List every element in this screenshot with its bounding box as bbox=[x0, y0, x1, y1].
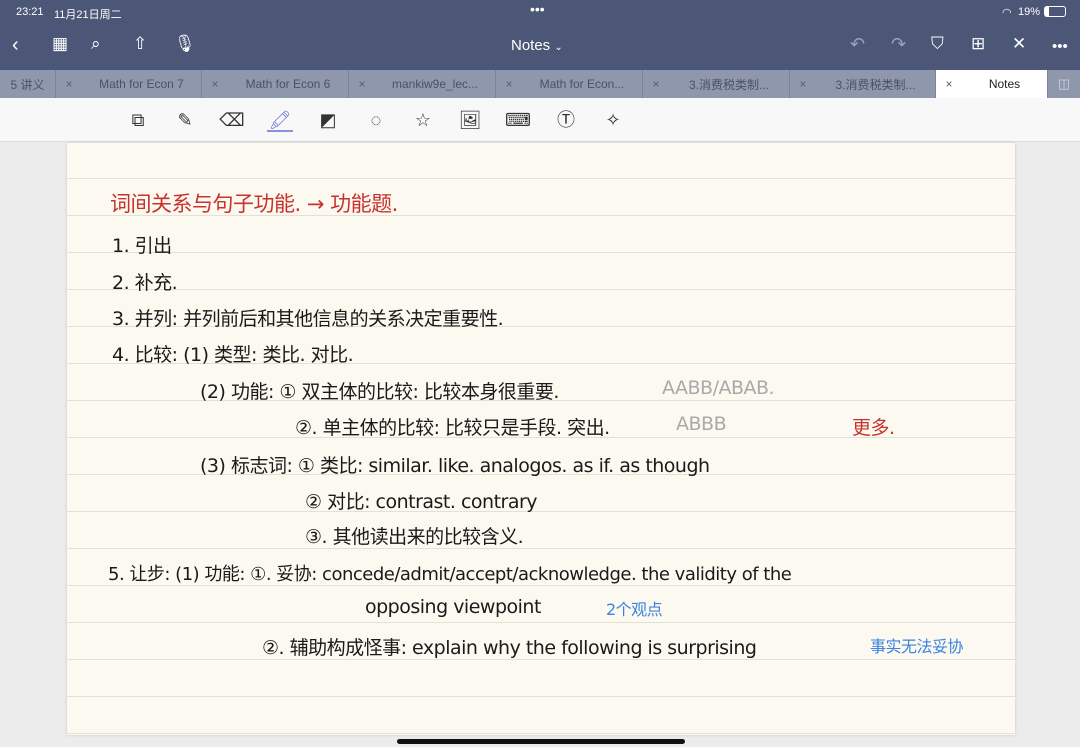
bookmark-icon[interactable]: ⛉ bbox=[931, 34, 944, 54]
wifi-icon: ◠ bbox=[1002, 7, 1012, 19]
pen-icon[interactable]: ✎ bbox=[172, 108, 198, 132]
share-icon[interactable]: ⇧ bbox=[133, 34, 147, 54]
note-line: ②. 单主体的比较: 比较只是手段. 突出. bbox=[295, 417, 610, 439]
tab-3[interactable]: × mankiw9e_lec... bbox=[349, 70, 496, 98]
highlighter-icon[interactable]: 🖍 bbox=[267, 108, 293, 132]
note-line: 5. 让步: (1) 功能: ①. 妥协: concede/admit/acce… bbox=[108, 564, 792, 585]
note-annotation: AABB/ABAB. bbox=[662, 377, 775, 399]
laser-pointer-icon[interactable]: ✧ bbox=[600, 108, 626, 132]
keyboard-icon[interactable]: ⌨ bbox=[505, 108, 531, 132]
tool-toolbar: ⧉ ✎ ⌫ 🖍 ◩ ◌ ☆ 🖼 ⌨ Ⓣ ✧ + bbox=[0, 98, 1080, 234]
tab-label: 5 讲义 bbox=[10, 77, 45, 92]
eraser-icon[interactable]: ⌫ bbox=[219, 108, 245, 132]
tab-2[interactable]: × Math for Econ 6 bbox=[202, 70, 349, 98]
close-tab-icon[interactable]: × bbox=[936, 77, 962, 91]
note-line: 2. 补充. bbox=[112, 272, 178, 294]
note-line: (3) 标志词: ① 类比: similar. like. analogos. … bbox=[200, 455, 710, 477]
tab-label: Math for Econ 7 bbox=[99, 77, 184, 91]
shapes-icon[interactable]: ◩ bbox=[315, 108, 341, 132]
note-annotation: ABBB bbox=[676, 413, 727, 435]
status-date: 11月21日周二 bbox=[54, 9, 122, 21]
note-line: ② 对比: contrast. contrary bbox=[305, 491, 538, 513]
microphone-icon[interactable]: 🎙 bbox=[174, 34, 196, 54]
notebook-title[interactable]: Notes ⌄ bbox=[511, 37, 563, 54]
tab-label: Notes bbox=[988, 77, 1021, 91]
top-bar: 23:21 11月21日周二 ••• ◠ 19% ‹ ▦ ⌕ ⇧ 🎙 Notes… bbox=[0, 0, 1080, 70]
close-tab-icon[interactable]: × bbox=[202, 77, 228, 91]
tab-1[interactable]: × Math for Econ 7 bbox=[56, 70, 202, 98]
close-tab-icon[interactable]: × bbox=[349, 77, 375, 91]
note-line: 3. 并列: 并列前后和其他信息的关系决定重要性. bbox=[112, 308, 504, 330]
close-icon[interactable]: ✕ bbox=[1012, 34, 1026, 54]
battery-level: 19% bbox=[1018, 6, 1041, 18]
note-line: ③. 其他读出来的比较含义. bbox=[305, 526, 524, 548]
sidebar-toggle-icon[interactable]: ◫ bbox=[1048, 70, 1080, 98]
home-indicator[interactable] bbox=[397, 739, 685, 744]
tab-notes-active[interactable]: × Notes bbox=[936, 70, 1048, 98]
note-annotation: 事实无法妥协 bbox=[870, 637, 964, 656]
tab-6[interactable]: × 3.消费税类制... bbox=[790, 70, 936, 98]
tab-bar: 5 讲义 × Math for Econ 7 × Math for Econ 6 ×… bbox=[0, 70, 1080, 98]
image-icon[interactable]: 🖼 bbox=[457, 108, 483, 132]
note-line: opposing viewpoint bbox=[365, 596, 541, 618]
tab-label: Math for Econ... bbox=[539, 77, 625, 91]
close-tab-icon[interactable]: × bbox=[56, 77, 82, 91]
chevron-down-icon: ⌄ bbox=[554, 42, 563, 53]
tab-label: Math for Econ 6 bbox=[245, 77, 331, 91]
title-text: Notes bbox=[511, 37, 551, 54]
note-line: (2) 功能: ① 双主体的比较: 比较本身很重要. bbox=[200, 381, 559, 403]
note-line: 4. 比较: (1) 类型: 类比. 对比. bbox=[112, 344, 354, 366]
tab-0[interactable]: 5 讲义 bbox=[0, 70, 56, 98]
tab-label: 3.消费税类制... bbox=[688, 77, 769, 92]
tab-label: mankiw9e_lec... bbox=[391, 77, 479, 91]
close-tab-icon[interactable]: × bbox=[643, 77, 669, 91]
note-line: 1. 引出 bbox=[112, 235, 172, 257]
note-title: 词间关系与句子功能. → 功能题. bbox=[110, 192, 398, 216]
search-icon[interactable]: ⌕ bbox=[91, 34, 101, 54]
note-line: ②. 辅助构成怪事: explain why the following is … bbox=[262, 637, 757, 659]
text-icon[interactable]: Ⓣ bbox=[553, 108, 579, 132]
sticker-icon[interactable]: ☆ bbox=[410, 108, 436, 132]
redo-icon[interactable]: ↷ bbox=[891, 34, 906, 55]
tab-5[interactable]: × 3.消费税类制... bbox=[643, 70, 790, 98]
tab-4[interactable]: × Math for Econ... bbox=[496, 70, 643, 98]
more-icon[interactable]: ••• bbox=[1052, 38, 1068, 55]
close-tab-icon[interactable]: × bbox=[496, 77, 522, 91]
multitask-icon[interactable]: ••• bbox=[530, 1, 545, 17]
grid-icon[interactable]: ▦ bbox=[52, 34, 68, 54]
note-annotation: 2个观点 bbox=[606, 600, 663, 619]
note-annotation: 更多. bbox=[852, 417, 895, 439]
back-icon[interactable]: ‹ bbox=[12, 34, 19, 57]
battery-icon bbox=[1044, 6, 1066, 17]
tab-label: 3.消费税类制... bbox=[835, 77, 916, 92]
close-tab-icon[interactable]: × bbox=[790, 77, 816, 91]
lasso-icon[interactable]: ◌ bbox=[363, 108, 389, 132]
status-time: 23:21 bbox=[16, 6, 44, 18]
zoom-window-icon[interactable]: ⧉ bbox=[125, 108, 151, 132]
add-page-icon[interactable]: ⊞ bbox=[971, 34, 985, 54]
undo-icon[interactable]: ↶ bbox=[850, 34, 865, 55]
